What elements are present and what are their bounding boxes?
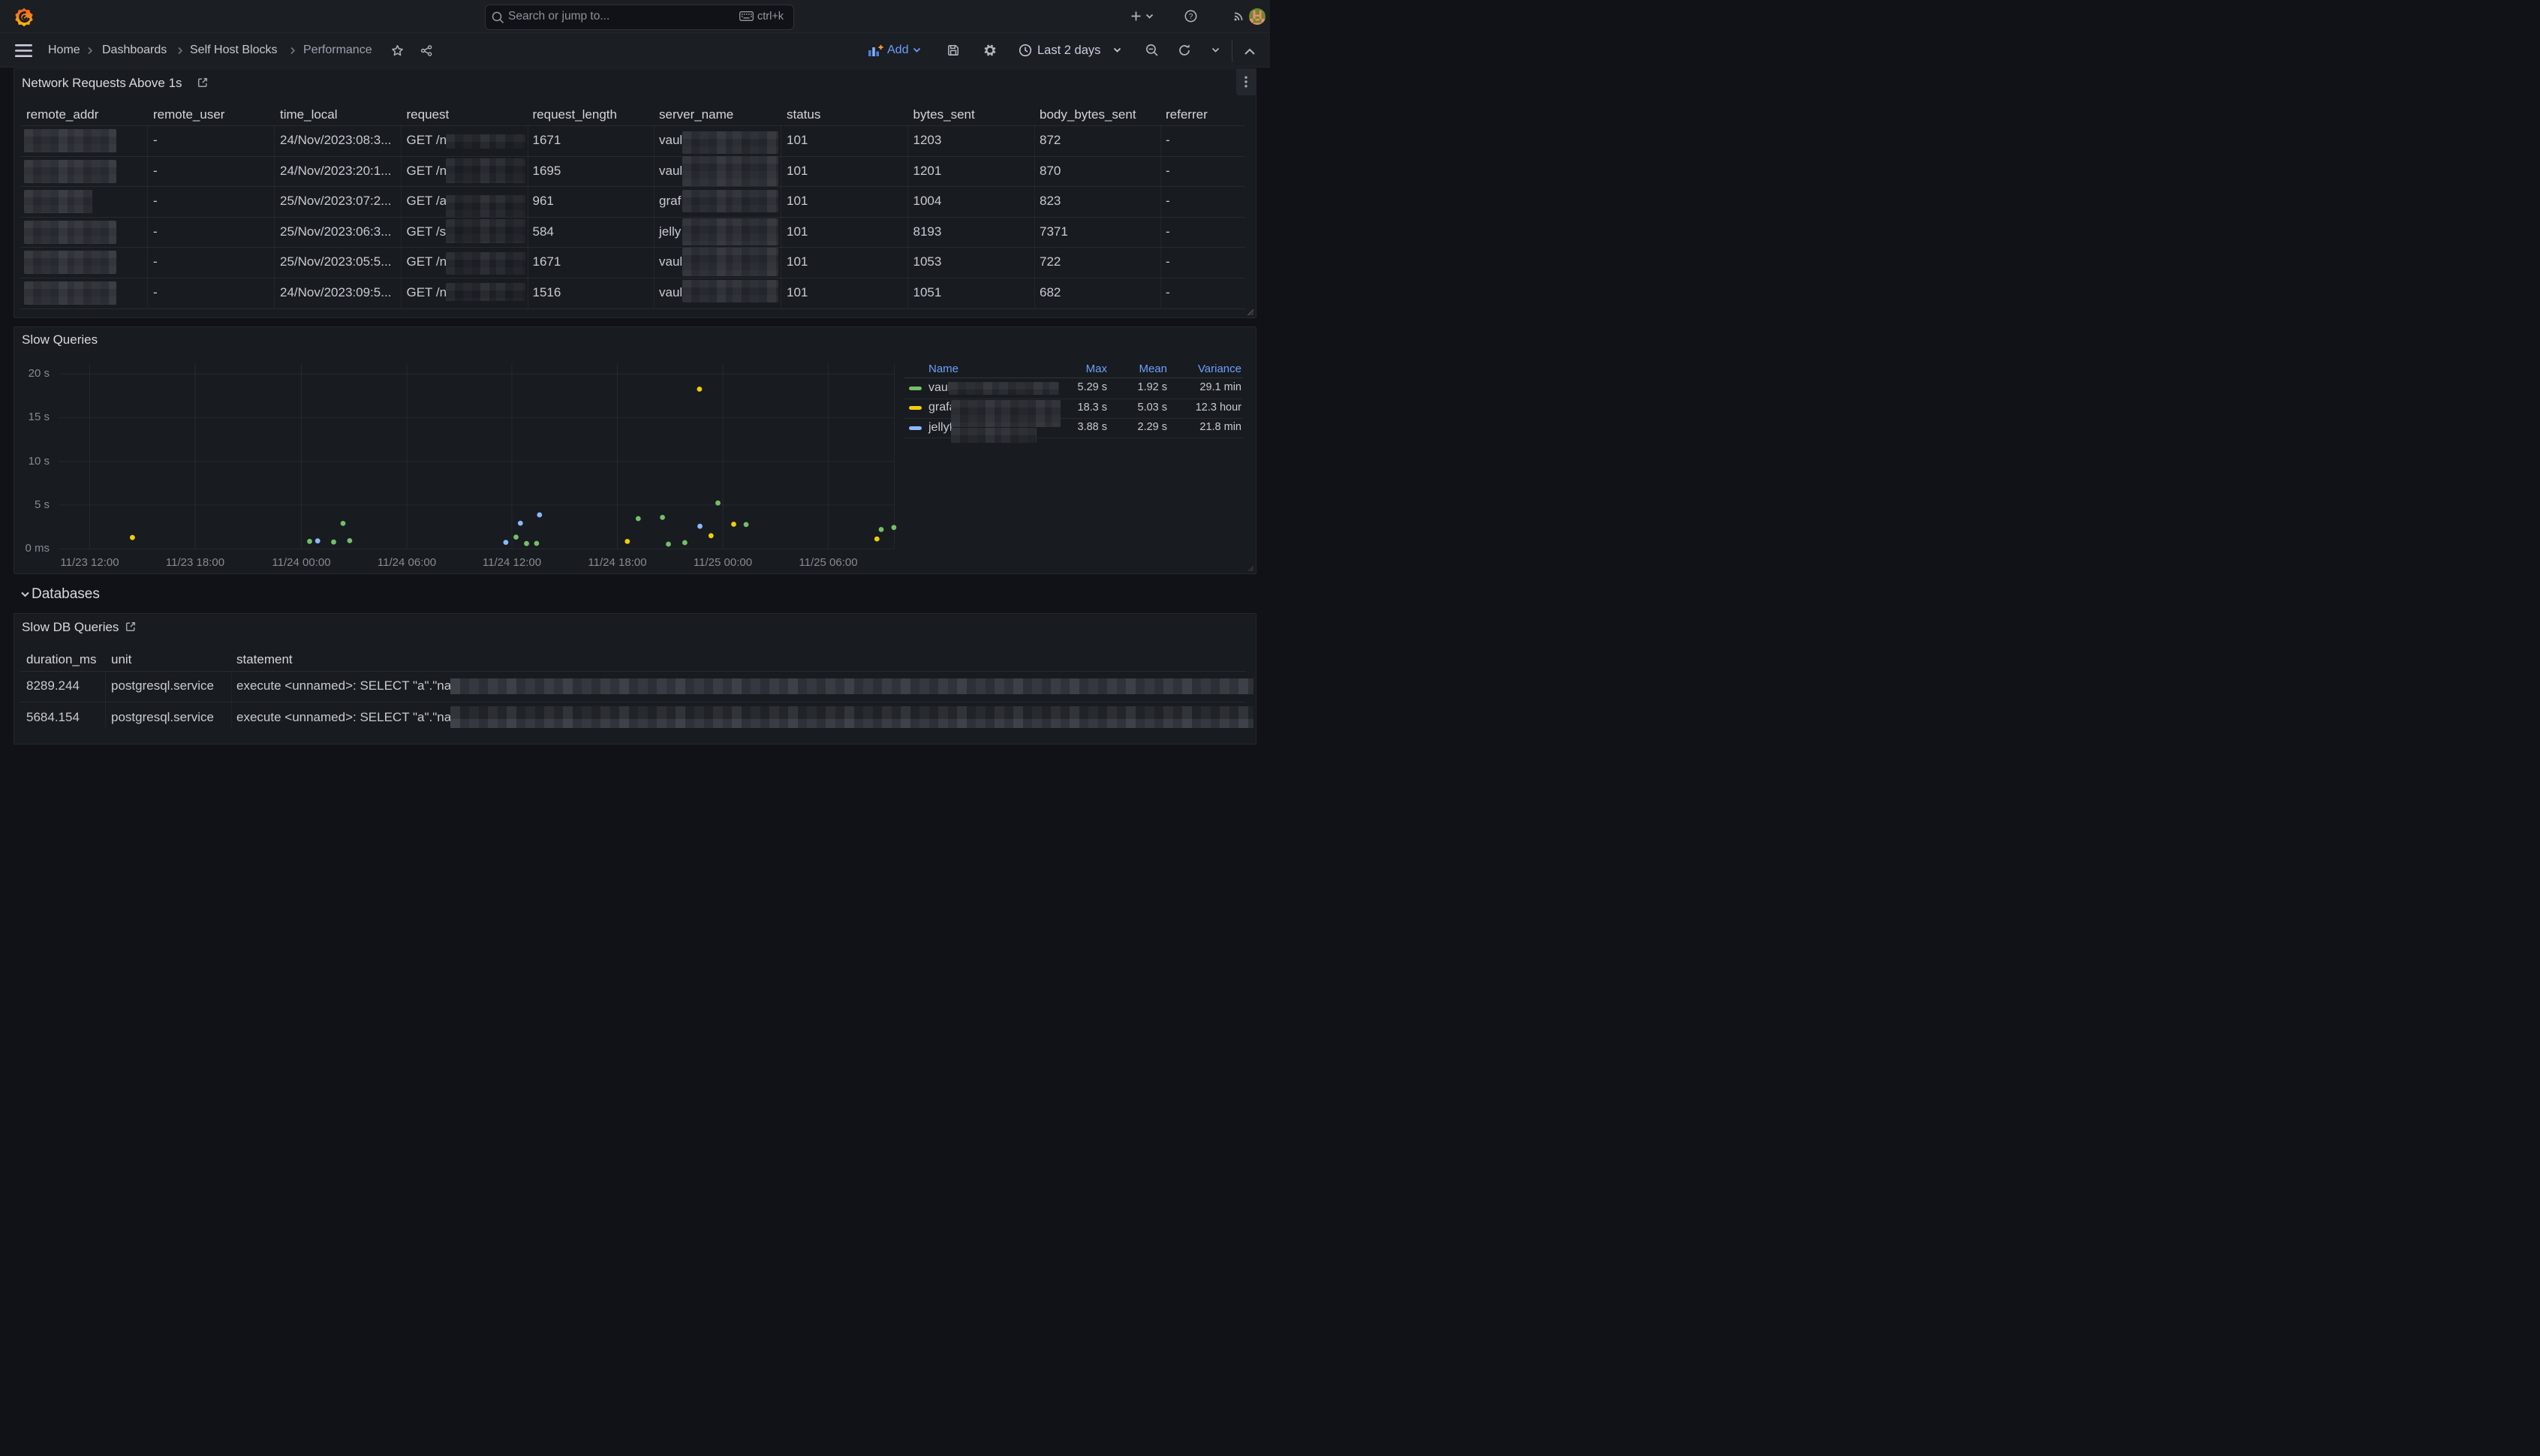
svg-text:?: ? [1189,13,1193,21]
